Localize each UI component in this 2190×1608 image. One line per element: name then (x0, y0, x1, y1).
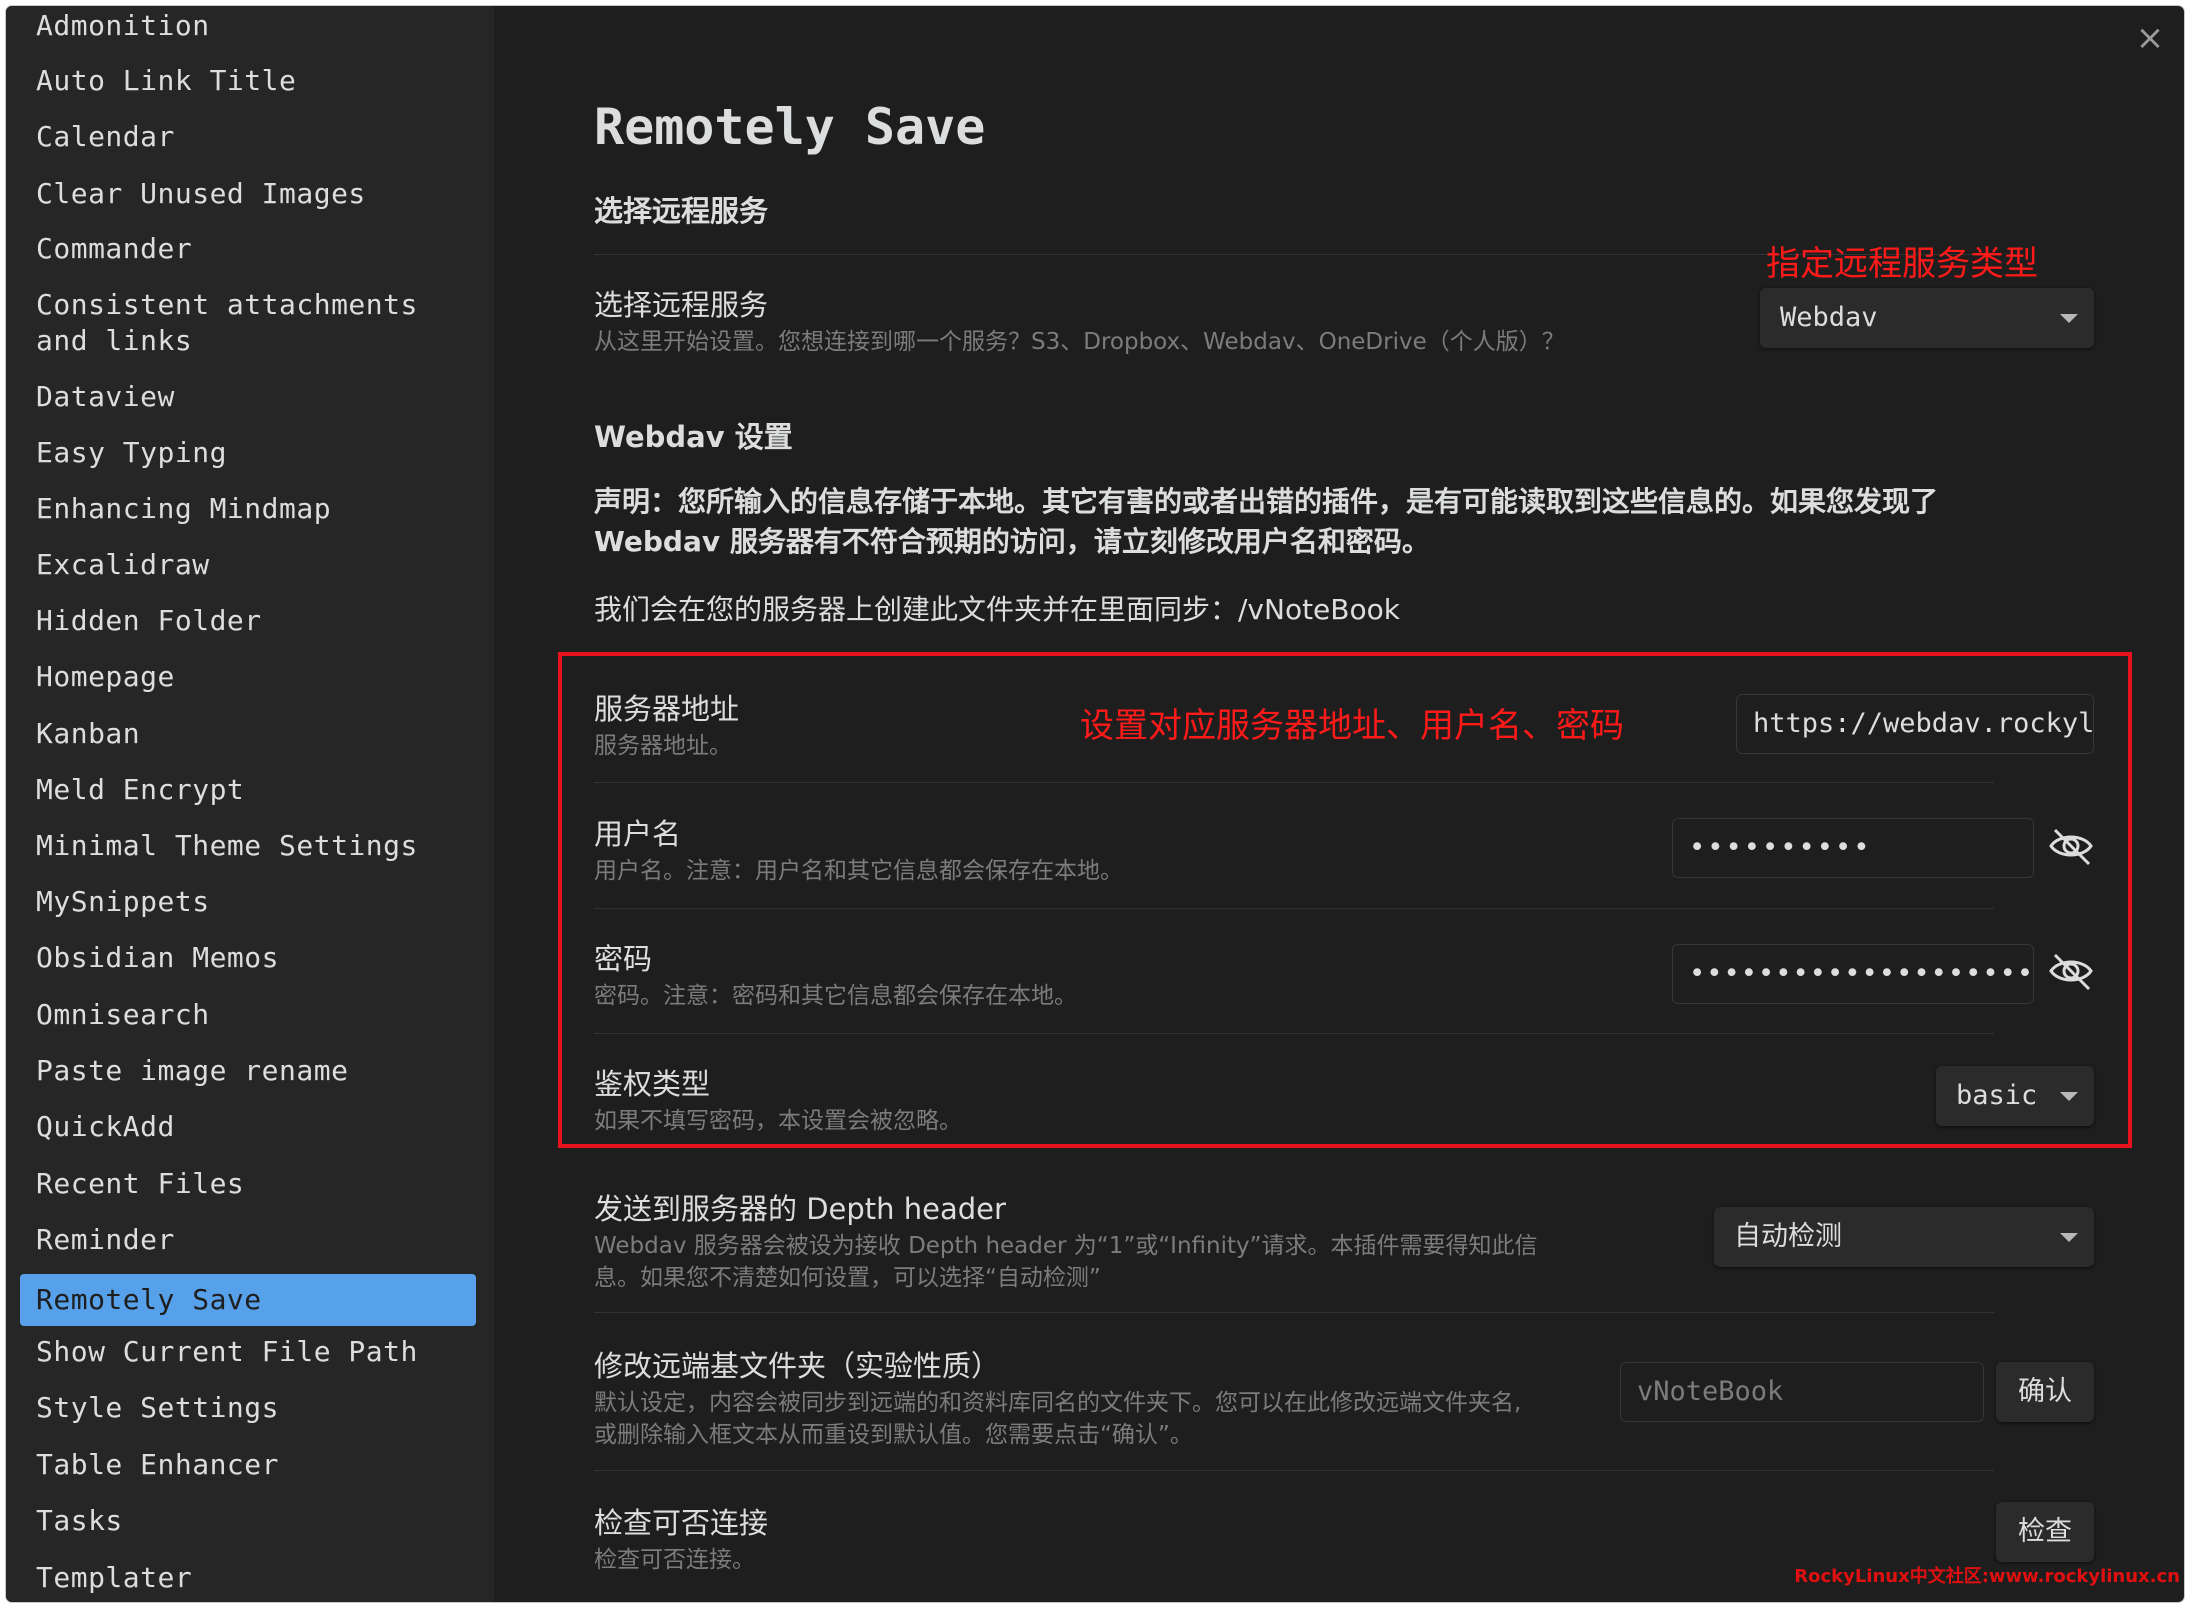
annotation-service-type: 指定远程服务类型 (1766, 244, 2038, 284)
divider (594, 1312, 1994, 1313)
sidebar-item-admonition[interactable]: Admonition (20, 8, 476, 44)
sidebar-item-enhancing-mindmap[interactable]: Enhancing Mindmap (20, 491, 476, 527)
sidebar-item-recent-files[interactable]: Recent Files (20, 1166, 476, 1202)
page-title: Remotely Save (594, 98, 986, 156)
remote-service-select[interactable]: Webdav (1760, 288, 2094, 348)
remote-service-value: Webdav (1780, 302, 1878, 333)
depth-header-select[interactable]: 自动检测 (1714, 1207, 2094, 1267)
divider (594, 1470, 1994, 1471)
sidebar-item-minimal-theme-settings[interactable]: Minimal Theme Settings (20, 828, 476, 864)
sidebar-item-clear-unused-images[interactable]: Clear Unused Images (20, 176, 476, 212)
base-folder-name: 修改远端基文件夹（实验性质） (594, 1349, 1001, 1383)
base-folder-desc-line-1: 默认设定，内容会被同步到远端的和资料库同名的文件夹下。您可以在此修改远端文件夹名… (594, 1390, 1522, 1416)
base-folder-input[interactable]: vNoteBook (1620, 1362, 1984, 1422)
sidebar-item-remotely-save[interactable]: Remotely Save (20, 1274, 476, 1326)
chevron-down-icon (2060, 314, 2078, 323)
sidebar-item-dataview[interactable]: Dataview (20, 379, 476, 415)
sidebar-item-paste-image-rename[interactable]: Paste image rename (20, 1053, 476, 1089)
sidebar-item-auto-link-title[interactable]: Auto Link Title (20, 63, 476, 99)
remote-service-name: 选择远程服务 (594, 288, 769, 322)
check-button[interactable]: 检查 (1996, 1502, 2094, 1562)
plugin-sidebar: Admonition Auto Link Title Calendar Clea… (6, 6, 494, 1602)
section-heading-webdav: Webdav 设置 (594, 420, 793, 454)
disclaimer-line-2: Webdav 服务器有不符合预期的访问，请立刻修改用户名和密码。 (594, 525, 1430, 558)
section-heading-remote: 选择远程服务 (594, 194, 769, 228)
watermark: RockyLinux中文社区:www.rockylinux.cn (1794, 1566, 2180, 1587)
sidebar-item-mysnippets[interactable]: MySnippets (20, 884, 476, 920)
folder-note: 我们会在您的服务器上创建此文件夹并在里面同步：/vNoteBook (594, 593, 1400, 626)
sidebar-item-consistent-attachments[interactable]: Consistent attachments (20, 287, 476, 323)
sidebar-item-style-settings[interactable]: Style Settings (20, 1390, 476, 1426)
depth-header-name: 发送到服务器的 Depth header (594, 1192, 1006, 1226)
check-connection-name: 检查可否连接 (594, 1506, 769, 1540)
sidebar-item-reminder[interactable]: Reminder (20, 1222, 476, 1258)
base-folder-desc-line-2: 或删除输入框文本从而重设到默认值。您需要点击“确认”。 (594, 1422, 1193, 1448)
sidebar-item-tasks[interactable]: Tasks (20, 1503, 476, 1539)
sidebar-item-commander[interactable]: Commander (20, 231, 476, 267)
sidebar-item-show-current-file-path[interactable]: Show Current File Path (20, 1334, 476, 1370)
sidebar-item-easy-typing[interactable]: Easy Typing (20, 435, 476, 471)
sidebar-item-kanban[interactable]: Kanban (20, 716, 476, 752)
sidebar-item-hidden-folder[interactable]: Hidden Folder (20, 603, 476, 639)
depth-header-desc-line-2: 息。如果您不清楚如何设置，可以选择“自动检测” (594, 1265, 1101, 1291)
sidebar-item-excalidraw[interactable]: Excalidraw (20, 547, 476, 583)
chevron-down-icon (2060, 1233, 2078, 1242)
disclaimer-line-1: 声明：您所输入的信息存储于本地。其它有害的或者出错的插件，是有可能读取到这些信息… (594, 485, 1939, 518)
sidebar-item-table-enhancer[interactable]: Table Enhancer (20, 1447, 476, 1483)
check-connection-desc: 检查可否连接。 (594, 1547, 755, 1573)
sidebar-item-calendar[interactable]: Calendar (20, 119, 476, 155)
sidebar-item-quickadd[interactable]: QuickAdd (20, 1109, 476, 1145)
sidebar-item-templater[interactable]: Templater (20, 1560, 476, 1596)
confirm-button[interactable]: 确认 (1996, 1362, 2094, 1422)
sidebar-item-obsidian-memos[interactable]: Obsidian Memos (20, 940, 476, 976)
sidebar-item-meld-encrypt[interactable]: Meld Encrypt (20, 772, 476, 808)
sidebar-item-omnisearch[interactable]: Omnisearch (20, 997, 476, 1033)
depth-header-value: 自动检测 (1734, 1221, 1842, 1252)
remote-service-desc: 从这里开始设置。您想连接到哪一个服务？S3、Dropbox、Webdav、One… (594, 329, 1565, 355)
sidebar-item-homepage[interactable]: Homepage (20, 659, 476, 695)
depth-header-desc-line-1: Webdav 服务器会被设为接收 Depth header 为“1”或“Infi… (594, 1233, 1538, 1259)
annotation-server-fields: 设置对应服务器地址、用户名、密码 (1080, 706, 1624, 746)
sidebar-item-consistent-attachments-line2[interactable]: and links (20, 323, 476, 359)
